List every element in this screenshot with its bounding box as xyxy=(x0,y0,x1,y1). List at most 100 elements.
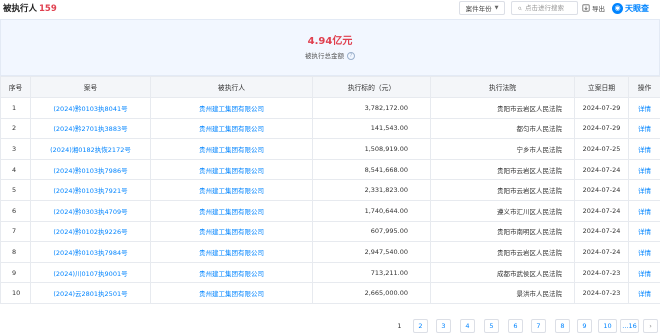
total-amount-panel: 4.94亿元 被执行总金额? xyxy=(0,19,660,76)
details-link[interactable]: 详情 xyxy=(628,199,660,222)
page-button[interactable]: 6 xyxy=(508,319,523,333)
search-box[interactable] xyxy=(511,1,578,15)
table-row: 3 (2024)湘0182执恢2172号 贵州建工集团有限公司 1,508,91… xyxy=(0,138,660,160)
details-link[interactable]: 详情 xyxy=(628,282,660,304)
export-icon xyxy=(582,4,590,12)
date-cell: 2024-07-29 xyxy=(574,97,629,119)
party-link[interactable]: 贵州建工集团有限公司 xyxy=(150,241,313,263)
export-label: 导出 xyxy=(592,5,605,13)
court-cell: 宁乡市人民法院 xyxy=(430,138,575,160)
page-button[interactable]: 9 xyxy=(577,319,592,333)
party-link[interactable]: 贵州建工集团有限公司 xyxy=(150,158,313,181)
details-link[interactable]: 详情 xyxy=(628,220,660,243)
help-icon[interactable]: ? xyxy=(347,52,355,60)
amount-cell: 141,543.00 xyxy=(312,117,431,140)
col-header-index: 序号 xyxy=(0,76,31,98)
case-number-link[interactable]: (2024)黔0103执7986号 xyxy=(30,158,151,181)
amount-cell: 2,331,823.00 xyxy=(312,179,431,201)
case-number-link[interactable]: (2024)川0107执9001号 xyxy=(30,261,151,284)
section-title: 被执行人 159 xyxy=(3,2,57,14)
details-link[interactable]: 详情 xyxy=(628,179,660,201)
row-index: 6 xyxy=(0,199,31,222)
amount-cell: 2,665,000.00 xyxy=(312,282,431,304)
amount-cell: 2,947,540.00 xyxy=(312,241,431,263)
tianyancha-logo: ◉ 天眼查 xyxy=(612,1,649,15)
row-index: 3 xyxy=(0,138,31,160)
party-link[interactable]: 贵州建工集团有限公司 xyxy=(150,220,313,243)
next-page-button[interactable]: › xyxy=(643,319,658,333)
row-index: 7 xyxy=(0,220,31,243)
court-cell: 景洪市人民法院 xyxy=(430,282,575,304)
table-row: 7 (2024)黔0102执9226号 贵州建工集团有限公司 607,995.0… xyxy=(0,220,660,243)
case-year-dropdown[interactable]: 案件年份 ▼ xyxy=(459,1,505,15)
party-link[interactable]: 贵州建工集团有限公司 xyxy=(150,117,313,140)
party-link[interactable]: 贵州建工集团有限公司 xyxy=(150,199,313,222)
case-number-link[interactable]: (2024)黔0103执7984号 xyxy=(30,241,151,263)
details-link[interactable]: 详情 xyxy=(628,241,660,263)
court-cell: 成都市武侯区人民法院 xyxy=(430,261,575,284)
party-link[interactable]: 贵州建工集团有限公司 xyxy=(150,97,313,119)
case-number-link[interactable]: (2024)黔0102执9226号 xyxy=(30,220,151,243)
row-index: 8 xyxy=(0,241,31,263)
table-row: 2 (2024)黔2701执3883号 贵州建工集团有限公司 141,543.0… xyxy=(0,117,660,140)
date-cell: 2024-07-24 xyxy=(574,241,629,263)
case-number-link[interactable]: (2024)黔0103执8041号 xyxy=(30,97,151,119)
page-button[interactable]: 10 xyxy=(598,319,617,333)
date-cell: 2024-07-29 xyxy=(574,117,629,140)
party-link[interactable]: 贵州建工集团有限公司 xyxy=(150,282,313,304)
page-button[interactable]: 4 xyxy=(460,319,475,333)
col-header-court: 执行法院 xyxy=(430,76,575,98)
case-number-link[interactable]: (2024)黔2701执3883号 xyxy=(30,117,151,140)
details-link[interactable]: 详情 xyxy=(628,117,660,140)
row-index: 1 xyxy=(0,97,31,119)
pagination: 1 2 3 4 5 6 7 8 9 10 ...16 › xyxy=(0,317,660,333)
date-cell: 2024-07-24 xyxy=(574,220,629,243)
amount-cell: 1,508,919.00 xyxy=(312,138,431,160)
case-number-link[interactable]: (2024)黔0303执4709号 xyxy=(30,199,151,222)
record-count: 159 xyxy=(39,4,57,14)
table-row: 10 (2024)云2801执2501号 贵州建工集团有限公司 2,665,00… xyxy=(0,282,660,304)
enforcement-table: 序号 案号 被执行人 执行标的（元） 执行法院 立案日期 操作 1 (2024)… xyxy=(0,76,660,304)
col-header-party: 被执行人 xyxy=(150,76,313,98)
row-index: 10 xyxy=(0,282,31,304)
page-button[interactable]: 7 xyxy=(531,319,546,333)
page-current[interactable]: 1 xyxy=(392,319,407,333)
logo-text: 天眼查 xyxy=(625,3,649,13)
table-row: 4 (2024)黔0103执7986号 贵州建工集团有限公司 8,541,668… xyxy=(0,158,660,181)
page-button[interactable]: 5 xyxy=(484,319,499,333)
row-index: 4 xyxy=(0,158,31,181)
logo-eye-icon: ◉ xyxy=(612,2,623,14)
date-cell: 2024-07-24 xyxy=(574,158,629,181)
date-cell: 2024-07-24 xyxy=(574,199,629,222)
case-number-link[interactable]: (2024)湘0182执恢2172号 xyxy=(30,138,151,160)
table-row: 1 (2024)黔0103执8041号 贵州建工集团有限公司 3,782,172… xyxy=(0,97,660,119)
court-cell: 都匀市人民法院 xyxy=(430,117,575,140)
details-link[interactable]: 详情 xyxy=(628,97,660,119)
section-title-text: 被执行人 xyxy=(3,4,38,14)
total-amount-caption: 被执行总金额? xyxy=(1,50,659,60)
details-link[interactable]: 详情 xyxy=(628,261,660,284)
party-link[interactable]: 贵州建工集团有限公司 xyxy=(150,179,313,201)
amount-cell: 713,211.00 xyxy=(312,261,431,284)
party-link[interactable]: 贵州建工集团有限公司 xyxy=(150,261,313,284)
date-cell: 2024-07-24 xyxy=(574,179,629,201)
col-header-amount: 执行标的（元） xyxy=(312,76,431,98)
case-year-label: 案件年份 xyxy=(465,5,492,13)
page-last-button[interactable]: ...16 xyxy=(620,319,639,333)
top-bar: 被执行人159 案件年份 ▼ 导出 ◉ 天眼查 xyxy=(0,0,660,16)
details-link[interactable]: 详情 xyxy=(628,158,660,181)
page-button[interactable]: 8 xyxy=(555,319,570,333)
row-index: 2 xyxy=(0,117,31,140)
amount-cell: 8,541,668.00 xyxy=(312,158,431,181)
details-link[interactable]: 详情 xyxy=(628,138,660,160)
table-header-row: 序号 案号 被执行人 执行标的（元） 执行法院 立案日期 操作 xyxy=(0,76,660,98)
case-number-link[interactable]: (2024)黔0103执7921号 xyxy=(30,179,151,201)
page-button[interactable]: 3 xyxy=(436,319,451,333)
date-cell: 2024-07-23 xyxy=(574,261,629,284)
party-link[interactable]: 贵州建工集团有限公司 xyxy=(150,138,313,160)
search-input[interactable] xyxy=(525,4,577,12)
page-button[interactable]: 2 xyxy=(413,319,428,333)
export-button[interactable]: 导出 xyxy=(582,1,609,15)
case-number-link[interactable]: (2024)云2801执2501号 xyxy=(30,282,151,304)
court-cell: 遵义市汇川区人民法院 xyxy=(430,199,575,222)
